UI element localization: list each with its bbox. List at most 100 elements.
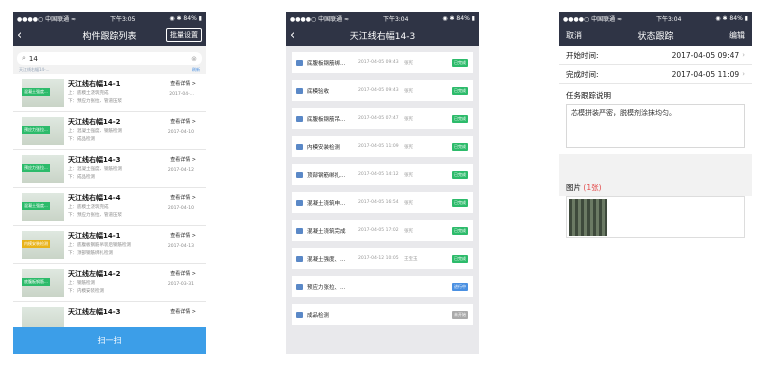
component-thumbnail: 混凝土强度... — [22, 79, 64, 107]
previous-step: 上：底腹板钢筋吊装后钢筋检测 — [68, 243, 131, 248]
nav-bar: ‹ 天江线右幅14-3 — [286, 24, 479, 46]
component-name: 天江线右幅14-1 — [68, 80, 121, 88]
back-icon[interactable]: ‹ — [290, 29, 295, 42]
process-person: 张宪 — [404, 60, 413, 66]
previous-step: 上：混凝土强度、钢筋检测 — [68, 129, 122, 134]
process-row[interactable]: 内模安装检测 2017-04-05 11:09 张宪 已完成 — [292, 136, 473, 157]
image-gallery — [566, 196, 745, 238]
battery-text: ◉ ✱ 84% ▮ — [715, 14, 748, 22]
start-time-row[interactable]: 开始时间: 2017-04-05 09:47 › — [559, 46, 752, 65]
next-step: 下：预应力张拉、管道压浆 — [68, 213, 122, 218]
previous-step: 上：底模土浇筑完成 — [68, 205, 109, 210]
view-detail-link[interactable]: 查看详情 > — [170, 270, 196, 277]
process-label: 混凝土浇筑完成 — [307, 228, 346, 235]
status-tag: 内模安装检测 — [22, 240, 50, 248]
search-input[interactable]: ⌕ 14 ⊗ — [17, 52, 202, 65]
end-time-row[interactable]: 完成时间: 2017-04-05 11:09 › — [559, 65, 752, 84]
hint-text: 天江线右幅14-… — [19, 67, 50, 72]
previous-step: 上：钢筋检测 — [68, 281, 95, 286]
component-name: 天江线左幅14-1 — [68, 232, 121, 240]
search-value: 14 — [28, 54, 38, 63]
folder-icon — [296, 171, 303, 178]
refresh-link[interactable]: 刷新 — [192, 67, 200, 74]
view-detail-link[interactable]: 查看详情 > — [170, 118, 196, 125]
process-date: 2017-04-05 14:12 — [358, 172, 399, 177]
status-badge: 已完成 — [452, 226, 468, 235]
process-row[interactable]: 底腹板钢筋绑... 2017-04-05 09:43 张宪 已完成 — [292, 52, 473, 73]
screen-status-tracking: ●●●●○ 中国联通 ≈ 下午3:04 ◉ ✱ 84% ▮ 取消 状态跟踪 编辑… — [559, 12, 752, 354]
status-tag: 混凝土强度... — [22, 202, 50, 210]
process-label: 混凝土强度、... — [307, 256, 346, 263]
process-row[interactable]: 混凝土强度、... 2017-04-12 10:05 王宝玉 已完成 — [292, 248, 473, 269]
status-badge: 已完成 — [452, 86, 468, 95]
list-item[interactable]: 内模安装检测 天江线左幅14-1 查看详情 > 上：底腹板钢筋吊装后钢筋检测 下：顶部钢… — [13, 226, 206, 264]
process-row[interactable]: 底腹板钢筋吊... 2017-04-05 07:47 张宪 已完成 — [292, 108, 473, 129]
status-tag: 底腹板钢筋... — [22, 278, 50, 286]
chevron-right-icon: › — [742, 70, 745, 78]
nav-bar: ‹ 构件跟踪列表 批量设置 — [13, 24, 206, 46]
clear-icon[interactable]: ⊗ — [191, 55, 197, 63]
process-label: 顶部钢筋绑扎... — [307, 172, 346, 179]
status-badge: 已完成 — [452, 254, 468, 263]
component-name: 天江线右幅14-4 — [68, 194, 121, 202]
view-detail-link[interactable]: 查看详情 > — [170, 80, 196, 87]
view-detail-link[interactable]: 查看详情 > — [170, 156, 196, 163]
scan-label: 扫一扫 — [97, 336, 122, 345]
search-icon: ⌕ — [22, 54, 26, 62]
status-badge: 已完成 — [452, 142, 468, 151]
folder-icon — [296, 143, 303, 150]
batch-settings-button[interactable]: 批量设置 — [166, 28, 202, 42]
process-person: 张宪 — [404, 228, 413, 234]
back-icon[interactable]: ‹ — [17, 29, 22, 42]
description-textarea[interactable]: 芯模拼装严密，脱模剂涂抹均匀。 — [566, 104, 745, 148]
folder-icon — [296, 283, 303, 290]
next-step: 下：内模安装检测 — [68, 289, 104, 294]
time-text: 下午3:05 — [109, 15, 136, 23]
process-person: 张宪 — [404, 200, 413, 206]
process-row[interactable]: 成品检测 未开始 — [292, 304, 473, 325]
folder-icon — [296, 115, 303, 122]
carrier-text: ●●●●○ 中国联通 ≈ — [17, 15, 77, 23]
status-badge: 已完成 — [452, 58, 468, 67]
component-list: 混凝土强度... 天江线右幅14-1 查看详情 > 上：底模土浇筑完成下：预应力张拉、… — [13, 74, 206, 340]
status-tag: 预应力张拉... — [22, 126, 50, 134]
status-bar: ●●●●○ 中国联通 ≈ 下午3:04 ◉ ✱ 84% ▮ — [559, 12, 752, 24]
process-label: 预应力张拉、... — [307, 284, 346, 291]
view-detail-link[interactable]: 查看详情 > — [170, 194, 196, 201]
nav-bar: 取消 状态跟踪 编辑 — [559, 24, 752, 46]
cancel-button[interactable]: 取消 — [566, 30, 582, 41]
process-label: 混凝土浇筑申... — [307, 200, 346, 207]
item-date: 2017-03-31 — [167, 282, 194, 287]
process-person: 张宪 — [404, 116, 413, 122]
process-row[interactable]: 底模验收 2017-04-05 09:43 张宪 已完成 — [292, 80, 473, 101]
list-item[interactable]: 预应力张拉... 天江线右幅14-3 查看详情 > 上：混凝土强度、钢筋检测 下：成品检… — [13, 150, 206, 188]
folder-icon — [296, 255, 303, 262]
chevron-right-icon: › — [742, 51, 745, 59]
images-header: 图片 (1张) — [559, 178, 752, 196]
process-row[interactable]: 顶部钢筋绑扎... 2017-04-05 14:12 张宪 已完成 — [292, 164, 473, 185]
edit-button[interactable]: 编辑 — [729, 30, 745, 41]
process-row[interactable]: 预应力张拉、... 进行中 — [292, 276, 473, 297]
list-item[interactable]: 预应力张拉... 天江线右幅14-2 查看详情 > 上：混凝土强度、钢筋检测 下：成品检… — [13, 112, 206, 150]
item-date: 2017-04-13 — [167, 244, 194, 249]
page-title: 天江线右幅14-3 — [349, 31, 416, 42]
view-detail-link[interactable]: 查看详情 > — [170, 232, 196, 239]
search-hint: 天江线右幅14-… 刷新 — [13, 67, 206, 74]
scan-button[interactable]: 扫一扫 — [13, 327, 206, 354]
process-row[interactable]: 混凝土浇筑完成 2017-04-05 17:02 张宪 已完成 — [292, 220, 473, 241]
next-step: 下：顶部钢筋绑扎检测 — [68, 251, 113, 256]
section-divider — [559, 154, 752, 178]
description-label: 任务跟踪说明 — [566, 91, 611, 100]
list-item[interactable]: 混凝土强度... 天江线右幅14-1 查看详情 > 上：底模土浇筑完成 下：预应力张拉、… — [13, 74, 206, 112]
list-item[interactable]: 混凝土强度... 天江线右幅14-4 查看详情 > 上：底模土浇筑完成下：预应力张拉、… — [13, 188, 206, 226]
process-row[interactable]: 混凝土浇筑申... 2017-04-05 16:54 张宪 已完成 — [292, 192, 473, 213]
photo-thumbnail[interactable] — [569, 199, 607, 236]
process-person: 张宪 — [404, 88, 413, 94]
end-time-label: 完成时间: — [566, 69, 599, 79]
folder-icon — [296, 87, 303, 94]
view-detail-link[interactable]: 查看详情 > — [170, 308, 196, 315]
start-time-label: 开始时间: — [566, 50, 599, 60]
status-tag: 预应力张拉... — [22, 164, 50, 172]
list-item[interactable]: 底腹板钢筋... 天江线左幅14-2 查看详情 > 上：钢筋检测 下：内模安装检测 201… — [13, 264, 206, 302]
folder-icon — [296, 59, 303, 66]
